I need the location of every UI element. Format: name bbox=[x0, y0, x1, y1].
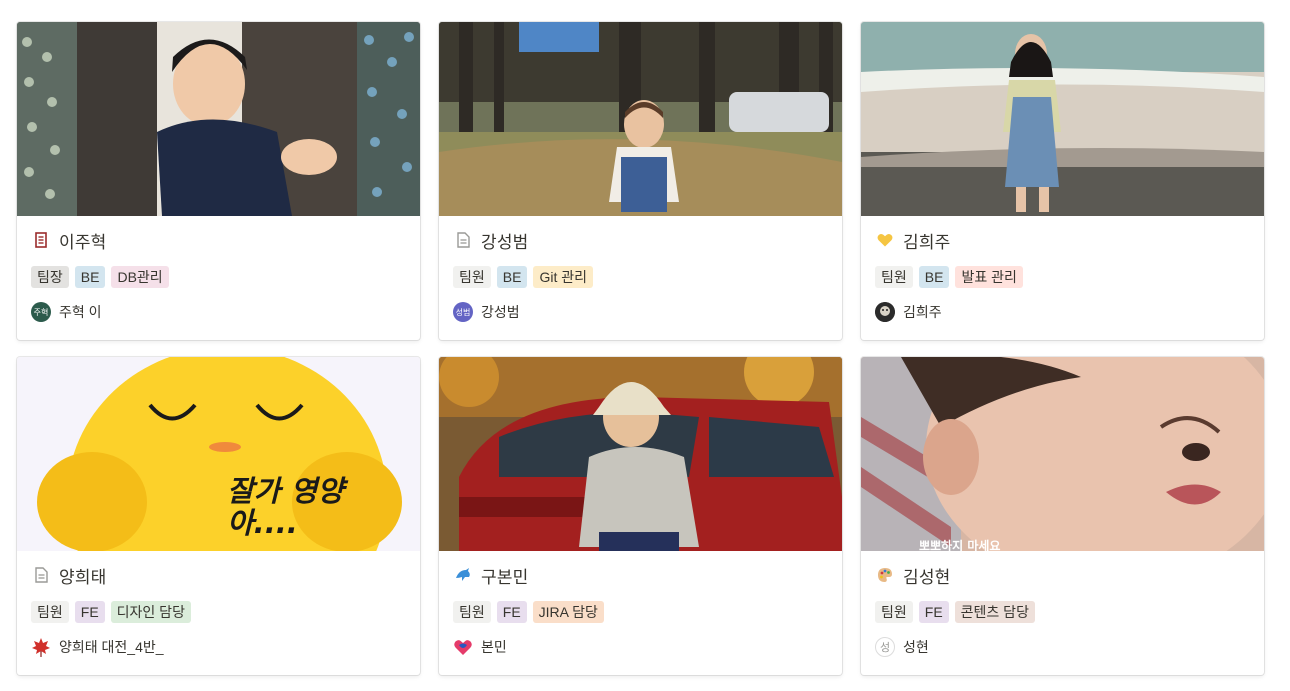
tag-role: 팀원 bbox=[875, 601, 913, 623]
tag-part: FE bbox=[918, 601, 949, 623]
tag-role: 팀원 bbox=[31, 601, 69, 623]
document-icon bbox=[31, 565, 51, 585]
card-cover-photo bbox=[861, 22, 1264, 216]
palette-icon bbox=[875, 565, 895, 585]
tag-part: FE bbox=[74, 601, 105, 623]
gallery-card[interactable]: 이주혁 팀장 BE DB관리 주혁 주혁 이 bbox=[17, 22, 420, 340]
card-cover-photo bbox=[17, 22, 420, 216]
person-property: 주혁 주혁 이 bbox=[31, 302, 102, 322]
person-property: 양희태 대전_4반_ bbox=[31, 637, 164, 657]
cover-caption: 뽀뽀하지 마세요 bbox=[919, 539, 1001, 551]
tag-list: 팀원 FE 디자인 담당 bbox=[31, 601, 191, 623]
card-title: 이주혁 bbox=[59, 232, 107, 252]
card-cover-photo bbox=[439, 357, 842, 551]
tag-list: 팀장 BE DB관리 bbox=[31, 266, 169, 288]
person-name: 성현 bbox=[903, 639, 929, 655]
tag-duty: Git 관리 bbox=[533, 266, 593, 288]
tag-part: BE bbox=[496, 266, 528, 288]
card-title: 김성현 bbox=[903, 567, 951, 587]
bookmark-icon bbox=[31, 230, 51, 250]
gallery-card[interactable]: 강성범 팀원 BE Git 관리 성범 강성범 bbox=[439, 22, 842, 340]
tag-part: BE bbox=[74, 266, 106, 288]
cover-caption: 잘가 영양 아.... bbox=[227, 474, 344, 540]
tag-role: 팀원 bbox=[453, 601, 491, 623]
document-icon bbox=[453, 230, 473, 250]
tag-list: 팀원 FE JIRA 담당 bbox=[453, 601, 604, 623]
card-cover-photo: 뽀뽀하지 마세요 bbox=[861, 357, 1264, 551]
tag-role: 팀원 bbox=[875, 266, 913, 288]
gallery-card[interactable]: 김희주 팀원 BE 발표 관리 김희주 bbox=[861, 22, 1264, 340]
dolphin-icon bbox=[453, 565, 473, 585]
card-title: 구본민 bbox=[481, 567, 529, 587]
card-cover-photo: 잘가 영양 아.... bbox=[17, 357, 420, 551]
avatar bbox=[875, 302, 895, 322]
person-name: 양희태 대전_4반_ bbox=[59, 639, 164, 655]
tag-duty: JIRA 담당 bbox=[532, 601, 604, 623]
tag-list: 팀원 BE 발표 관리 bbox=[875, 266, 1023, 288]
person-name: 본민 bbox=[481, 639, 507, 655]
tag-duty: 콘텐츠 담당 bbox=[954, 601, 1035, 623]
gallery-card[interactable]: 구본민 팀원 FE JIRA 담당 본민 bbox=[439, 357, 842, 675]
person-name: 김희주 bbox=[903, 304, 942, 320]
yellow-heart-icon bbox=[875, 230, 895, 250]
tag-role: 팀원 bbox=[453, 266, 491, 288]
avatar: 성 bbox=[875, 637, 895, 657]
tag-part: FE bbox=[496, 601, 527, 623]
person-property: 성범 강성범 bbox=[453, 302, 520, 322]
gallery-card[interactable]: 잘가 영양 아.... 양희태 팀원 FE 디자인 담당 양희태 대전_4반_ bbox=[17, 357, 420, 675]
person-property: 김희주 bbox=[875, 302, 942, 322]
tag-list: 팀원 BE Git 관리 bbox=[453, 266, 593, 288]
tag-role: 팀장 bbox=[31, 266, 69, 288]
avatar: 주혁 bbox=[31, 302, 51, 322]
tag-duty: 디자인 담당 bbox=[110, 601, 191, 623]
tag-duty: DB관리 bbox=[111, 266, 169, 288]
avatar: 성범 bbox=[453, 302, 473, 322]
maple-leaf-icon bbox=[31, 637, 51, 657]
tag-list: 팀원 FE 콘텐츠 담당 bbox=[875, 601, 1035, 623]
gallery-card[interactable]: 뽀뽀하지 마세요 김성현 팀원 FE 콘텐츠 담당 성 성현 bbox=[861, 357, 1264, 675]
tag-duty: 발표 관리 bbox=[955, 266, 1023, 288]
card-title: 양희태 bbox=[59, 567, 107, 587]
card-title: 김희주 bbox=[903, 232, 951, 252]
person-property: 성 성현 bbox=[875, 637, 929, 657]
tag-part: BE bbox=[918, 266, 950, 288]
person-name: 강성범 bbox=[481, 304, 520, 320]
person-property: 본민 bbox=[453, 637, 507, 657]
card-title: 강성범 bbox=[481, 232, 529, 252]
person-name: 주혁 이 bbox=[59, 304, 102, 320]
card-cover-photo bbox=[439, 22, 842, 216]
heart-avatar-icon bbox=[453, 637, 473, 657]
